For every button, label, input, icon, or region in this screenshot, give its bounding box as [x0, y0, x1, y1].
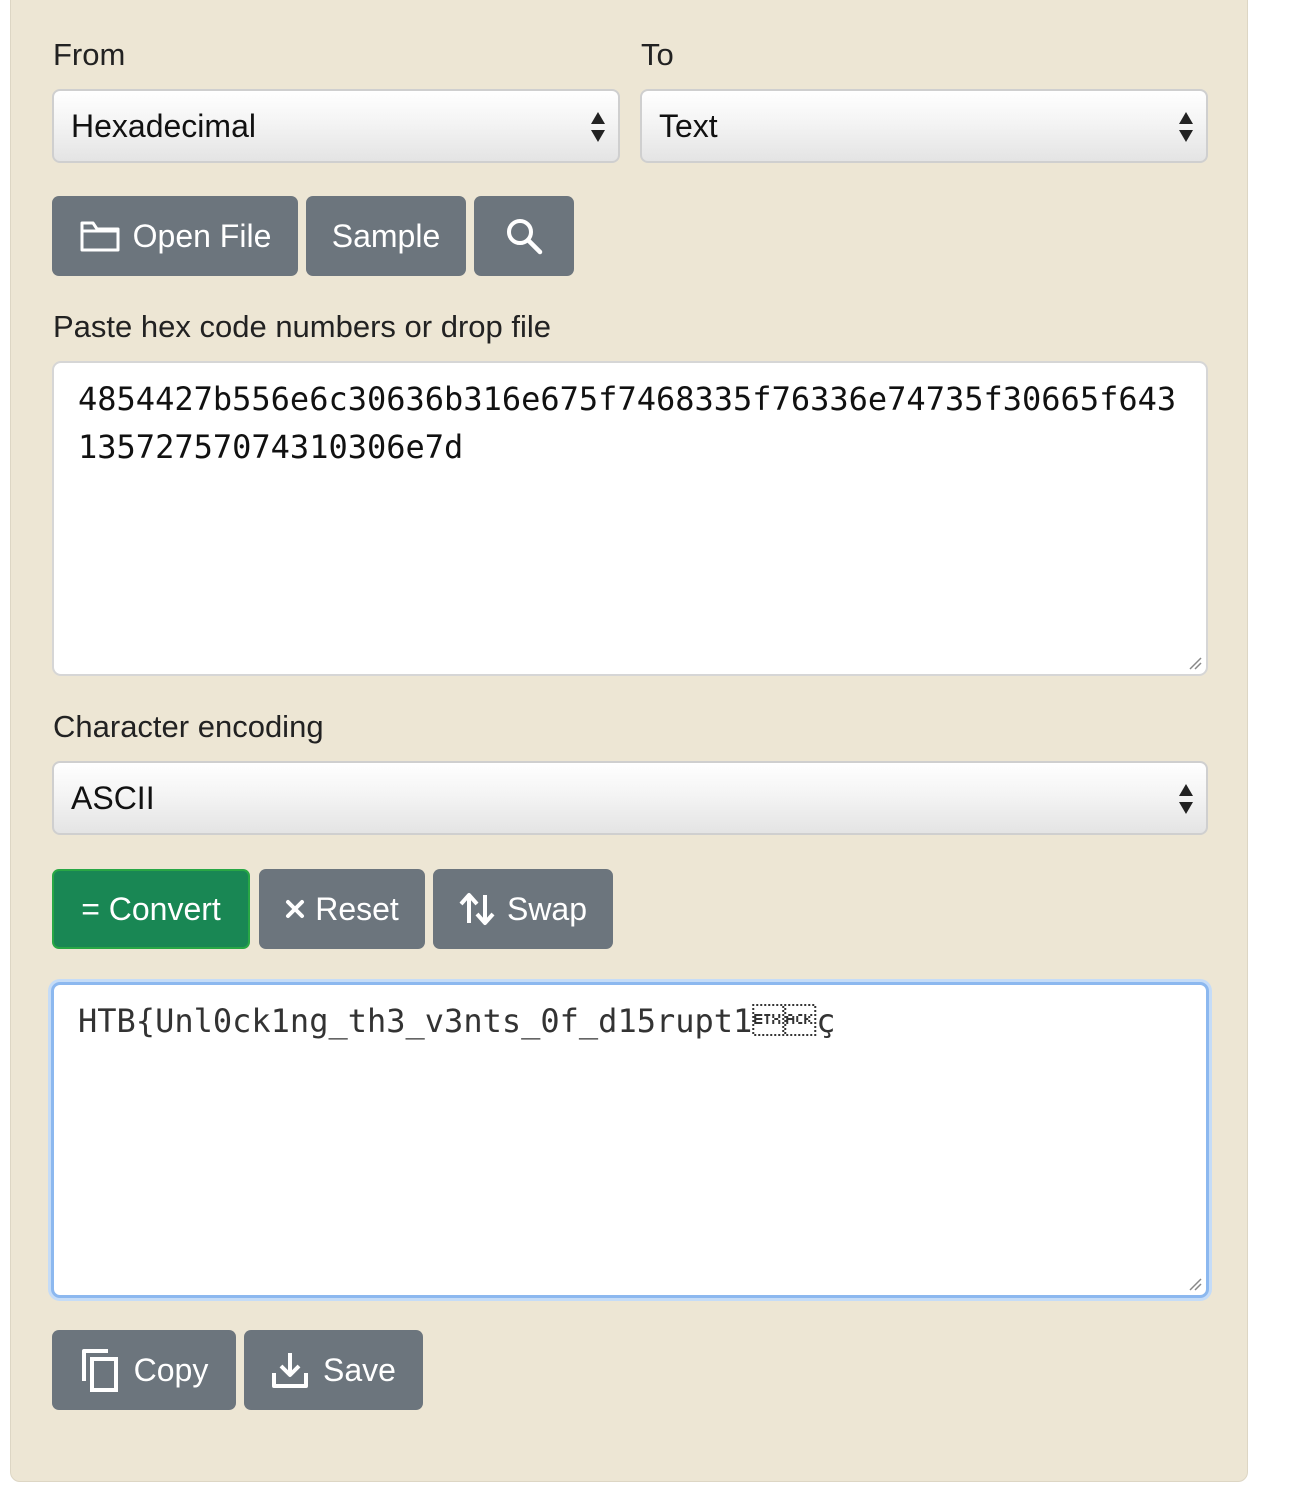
- to-label: To: [641, 37, 674, 72]
- save-button[interactable]: Save: [244, 1330, 423, 1410]
- reset-button[interactable]: Reset: [259, 869, 425, 949]
- open-file-button[interactable]: Open File: [52, 196, 298, 276]
- open-file-label: Open File: [132, 217, 272, 254]
- select-arrows-icon: [1179, 784, 1193, 814]
- hex-input-textarea[interactable]: 4854427b556e6c30636b316e675f7468335f7633…: [52, 361, 1208, 676]
- encoding-select[interactable]: ASCII: [52, 761, 1208, 835]
- swap-label: Swap: [506, 890, 588, 927]
- swap-button[interactable]: Swap: [433, 869, 613, 949]
- convert-label: = Convert: [81, 890, 221, 927]
- search-icon: [504, 216, 544, 256]
- convert-button[interactable]: = Convert: [52, 869, 250, 949]
- encoding-select-value: ASCII: [71, 780, 155, 816]
- swap-arrows-icon: [459, 892, 495, 926]
- input-label: Paste hex code numbers or drop file: [53, 309, 551, 344]
- encoding-label: Character encoding: [53, 709, 324, 744]
- sample-label: Sample: [331, 217, 441, 254]
- search-button[interactable]: [474, 196, 574, 276]
- copy-button[interactable]: Copy: [52, 1330, 236, 1410]
- folder-icon: [79, 219, 121, 253]
- copy-icon: [80, 1347, 120, 1393]
- close-icon: [285, 899, 305, 919]
- resize-handle-icon[interactable]: [1188, 1277, 1202, 1291]
- output-value: HTB{Unl0ck1ng_th3_v3nts_0f_d15rupt1ç: [78, 1002, 836, 1040]
- select-arrows-icon: [1179, 112, 1193, 142]
- download-icon: [271, 1351, 309, 1389]
- from-select[interactable]: Hexadecimal: [52, 89, 620, 163]
- resize-handle-icon[interactable]: [1188, 656, 1202, 670]
- output-textarea[interactable]: HTB{Unl0ck1ng_th3_v3nts_0f_d15rupt1ç: [51, 982, 1209, 1298]
- select-arrows-icon: [591, 112, 605, 142]
- from-select-value: Hexadecimal: [71, 108, 256, 144]
- save-label: Save: [323, 1351, 396, 1388]
- hex-input-value: 4854427b556e6c30636b316e675f7468335f7633…: [78, 380, 1177, 466]
- to-select[interactable]: Text: [640, 89, 1208, 163]
- copy-label: Copy: [133, 1351, 209, 1388]
- from-label: From: [53, 37, 126, 72]
- to-select-value: Text: [659, 108, 718, 144]
- reset-label: Reset: [315, 890, 399, 927]
- sample-button[interactable]: Sample: [306, 196, 466, 276]
